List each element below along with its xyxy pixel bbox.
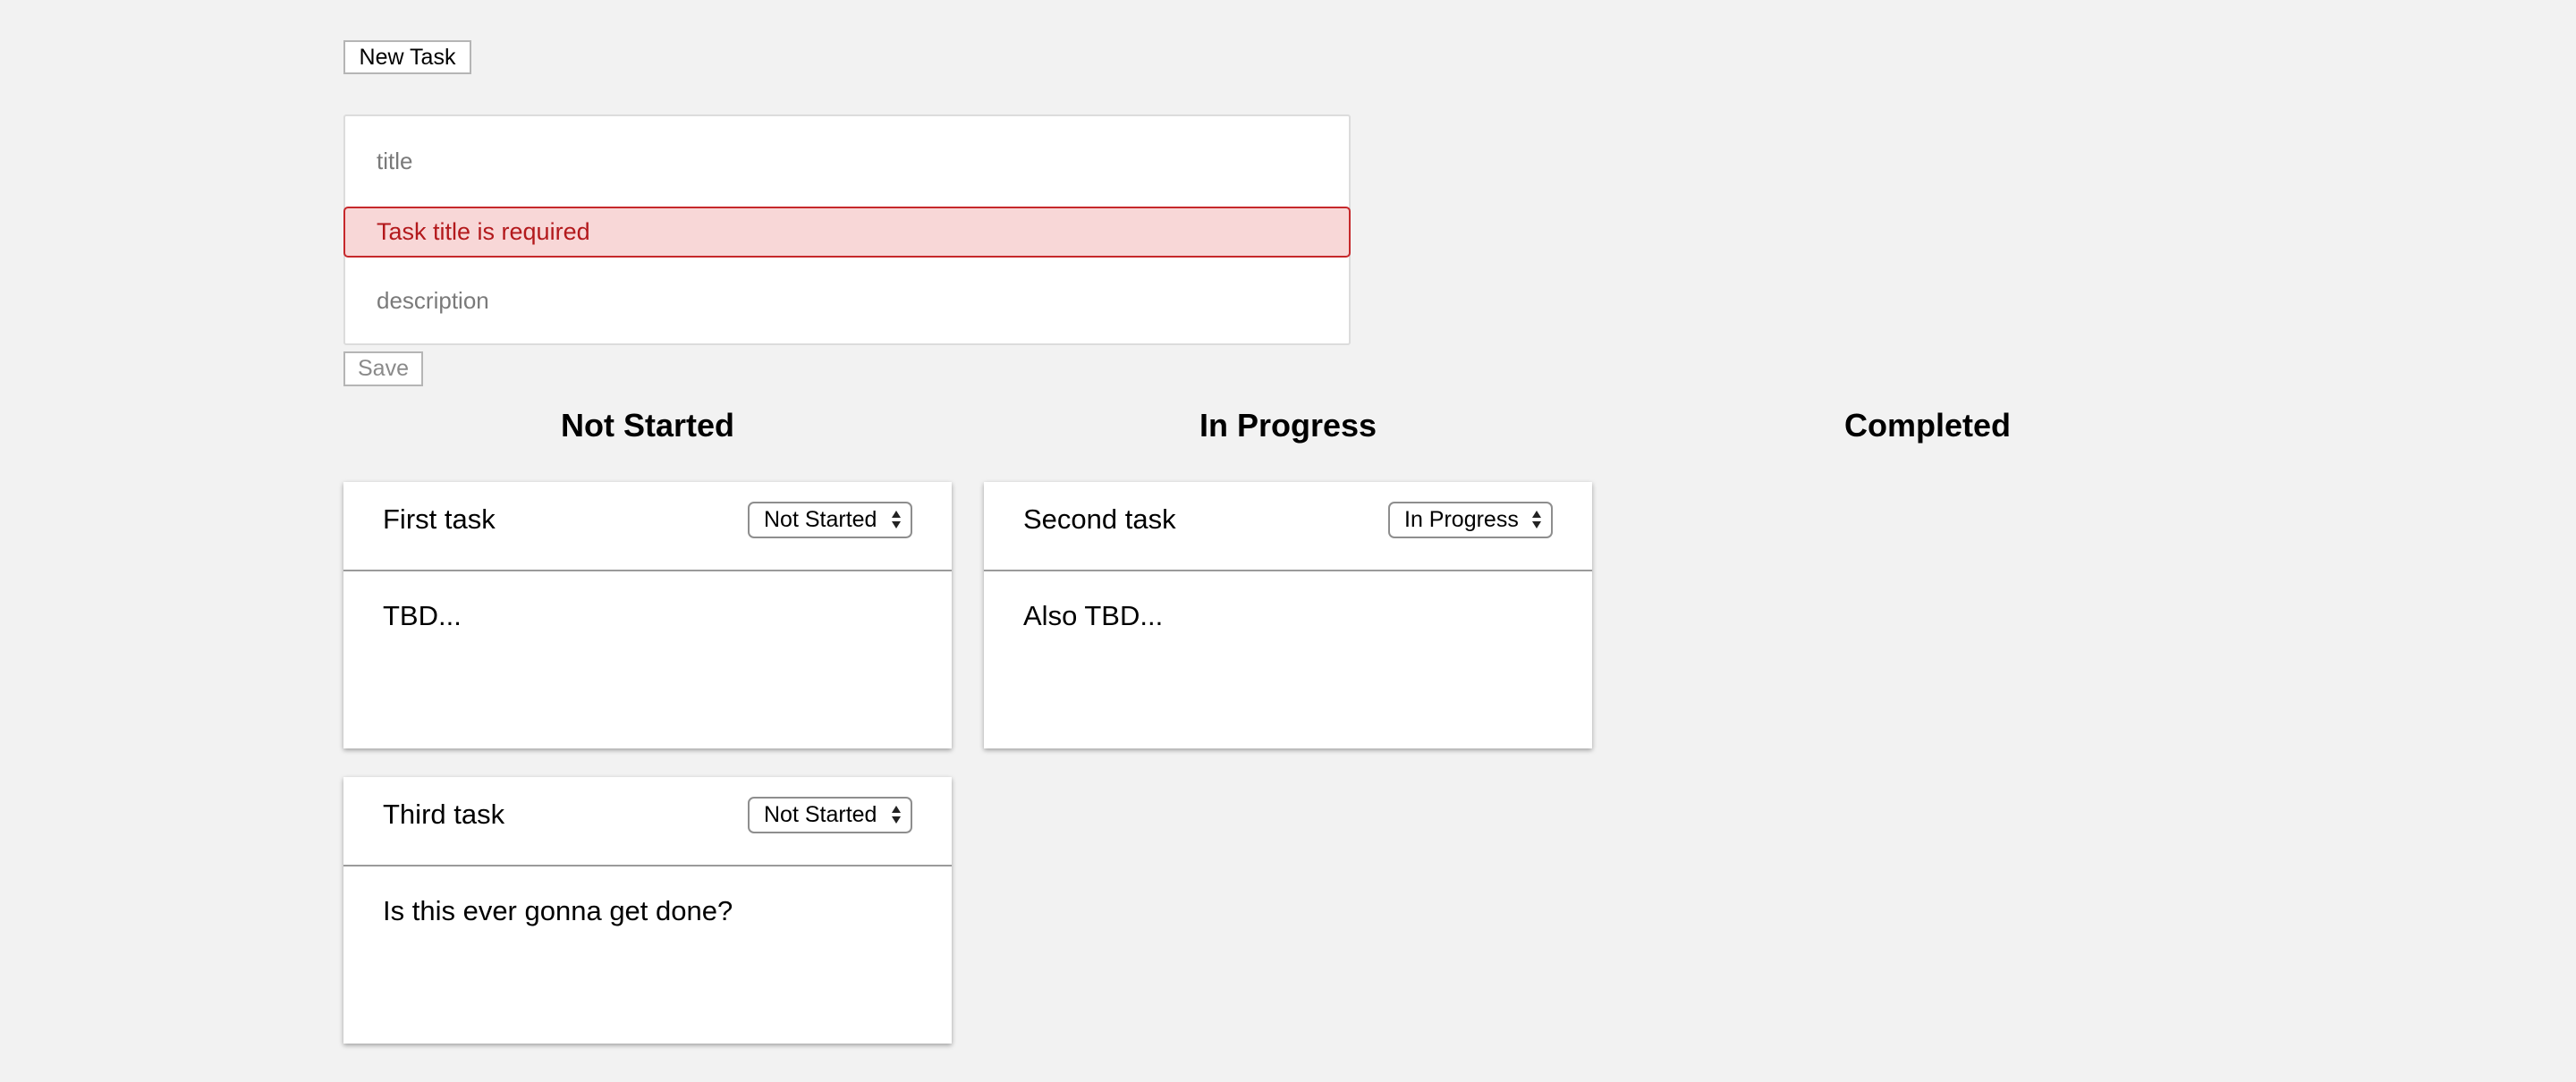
select-arrows-icon [892,511,901,528]
task-title: First task [383,503,496,535]
task-card: Third task Not Started Is this ever gonn… [343,777,952,1044]
column-heading-completed: Completed [1843,407,2011,444]
task-title: Third task [383,799,505,830]
status-select-value: Not Started [764,507,877,532]
select-arrows-icon [1532,511,1541,528]
task-card: Second task In Progress Also TBD... [984,482,1592,748]
status-select[interactable]: In Progress [1388,502,1553,538]
status-select[interactable]: Not Started [748,502,912,538]
column-heading-in-progress: In Progress [1199,407,1377,444]
task-card-header: Third task Not Started [343,777,952,866]
new-task-button[interactable]: New Task [343,40,471,74]
select-arrows-icon [892,806,901,824]
new-task-form: title Task title is required description [343,114,1351,345]
task-board-app: New Task title Task title is required de… [0,0,2576,1082]
task-card: First task Not Started TBD... [343,482,952,748]
task-title: Second task [1023,503,1176,535]
title-input[interactable]: title [345,116,1349,206]
status-select-value: In Progress [1404,507,1519,532]
status-select[interactable]: Not Started [748,797,912,833]
title-error-message: Task title is required [343,207,1351,258]
save-button[interactable]: Save [343,351,423,386]
task-card-header: Second task In Progress [984,482,1592,571]
task-description: TBD... [383,600,462,631]
description-input[interactable]: description [345,258,1349,343]
task-description: Is this ever gonna get done? [383,895,733,926]
status-select-value: Not Started [764,802,877,827]
task-card-header: First task Not Started [343,482,952,571]
column-heading-not-started: Not Started [560,407,734,444]
task-description: Also TBD... [1023,600,1164,631]
